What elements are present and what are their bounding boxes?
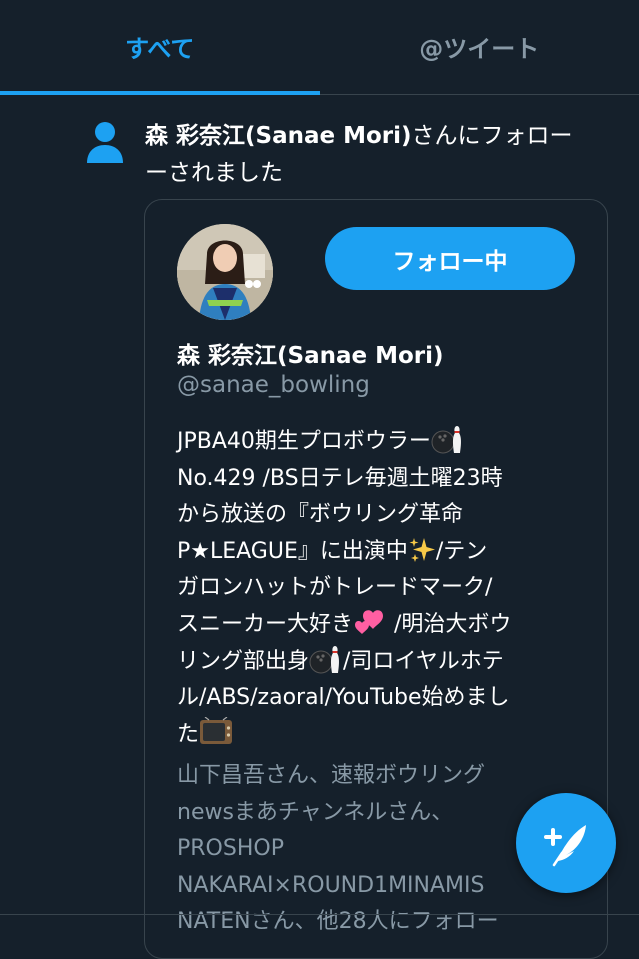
bio-line: から放送の『ボウリング革命	[177, 497, 577, 534]
bio-text: JPBA40期生プロボウラー	[177, 429, 431, 454]
bio-line: スニーカー大好き /明治大ボウ	[177, 607, 577, 644]
user-handle[interactable]: @sanae_bowling	[177, 372, 370, 398]
bio-text: P★LEAGUE』に出演中	[177, 539, 408, 564]
bio-line: P★LEAGUE』に出演中/テン	[177, 534, 577, 571]
person-icon	[86, 121, 124, 163]
notification-action-text-2: ーされました	[145, 160, 283, 186]
bowling-icon	[309, 644, 343, 674]
notification-tabs: すべて @ツイート	[0, 0, 639, 95]
bottom-divider	[0, 914, 639, 915]
active-tab-indicator	[0, 91, 320, 95]
followers-line: NAKARAI×ROUND1MINAMIS	[177, 868, 577, 905]
tab-all-label: すべて	[125, 29, 194, 64]
compose-feather-icon	[538, 815, 594, 871]
bio-text: /テン	[436, 539, 487, 564]
notification-text: 森 彩奈江(Sanae Mori)さんにフォロー ーされました	[145, 118, 625, 192]
following-button[interactable]: フォロー中	[325, 227, 575, 290]
bio-text: /司ロイヤルホテ	[343, 649, 504, 674]
sparkles-icon	[408, 536, 436, 564]
television-icon	[199, 717, 233, 747]
two-hearts-icon	[353, 609, 387, 637]
profile-bio: JPBA40期生プロボウラー No.429 /BS日テレ毎週土曜23時 から放送…	[177, 424, 577, 753]
compose-tweet-button[interactable]	[516, 793, 616, 893]
bio-line: ガロンハットがトレードマーク/	[177, 570, 577, 607]
bio-text: スニーカー大好き	[177, 612, 353, 637]
followers-line: newsまあチャンネルさん、	[177, 795, 577, 832]
bio-text: た	[177, 722, 199, 747]
bowling-icon	[431, 424, 465, 454]
bio-text: /明治大ボウ	[387, 612, 511, 637]
tab-mentions-label: @ツイート	[419, 29, 539, 64]
bio-line: No.429 /BS日テレ毎週土曜23時	[177, 461, 577, 498]
notification-action-text: さんにフォロー	[412, 123, 573, 149]
bio-line: た	[177, 717, 577, 754]
avatar[interactable]	[177, 224, 273, 320]
bio-line: リング部出身/司ロイヤルホテ	[177, 644, 577, 681]
tab-mentions[interactable]: @ツイート	[320, 0, 639, 94]
bio-line: JPBA40期生プロボウラー	[177, 424, 577, 461]
bio-line: ル/ABS/zaoral/YouTube始めまし	[177, 680, 577, 717]
notification-user-name[interactable]: 森 彩奈江(Sanae Mori)	[145, 123, 412, 149]
followers-line: 山下昌吾さん、速報ボウリング	[177, 758, 577, 795]
tab-all[interactable]: すべて	[0, 0, 320, 94]
avatar-image	[177, 224, 273, 320]
bio-text: リング部出身	[177, 649, 309, 674]
display-name[interactable]: 森 彩奈江(Sanae Mori)	[177, 336, 444, 370]
